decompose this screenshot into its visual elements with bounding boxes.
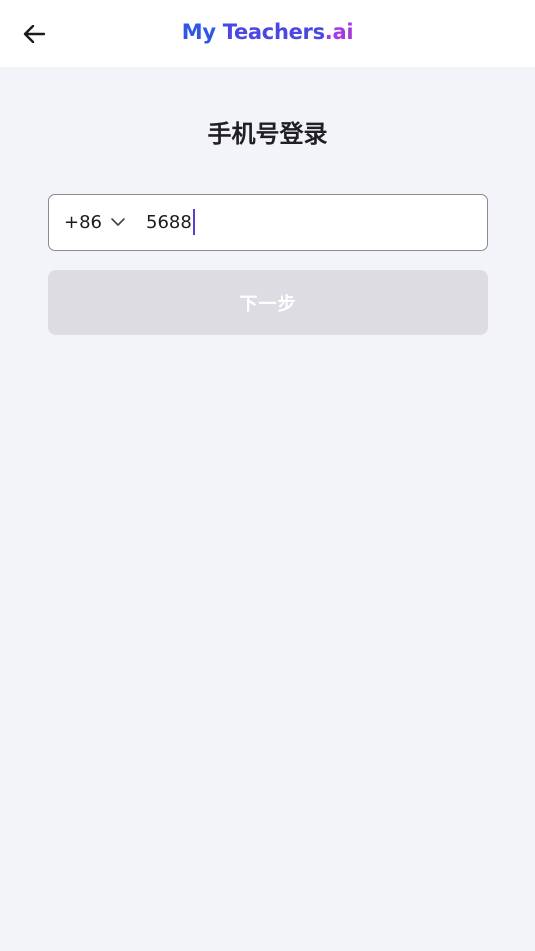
phone-number-input[interactable]: 5688 xyxy=(146,195,195,249)
phone-number-value: 5688 xyxy=(146,211,192,233)
app-logo: My Teachers.ai xyxy=(0,17,535,47)
logo-text-ai: .ai xyxy=(324,20,354,44)
chevron-down-icon[interactable] xyxy=(110,215,126,229)
next-button[interactable]: 下一步 xyxy=(48,270,488,335)
logo-text-teachers: Teachers xyxy=(222,20,325,44)
page-title: 手机号登录 xyxy=(207,120,328,148)
phone-number-field[interactable]: +86 5688 xyxy=(48,194,488,251)
app-header: My Teachers.ai xyxy=(0,0,535,67)
text-caret xyxy=(192,209,195,235)
logo-text-my: My xyxy=(181,20,223,44)
country-code-selector[interactable]: +86 xyxy=(64,195,102,249)
